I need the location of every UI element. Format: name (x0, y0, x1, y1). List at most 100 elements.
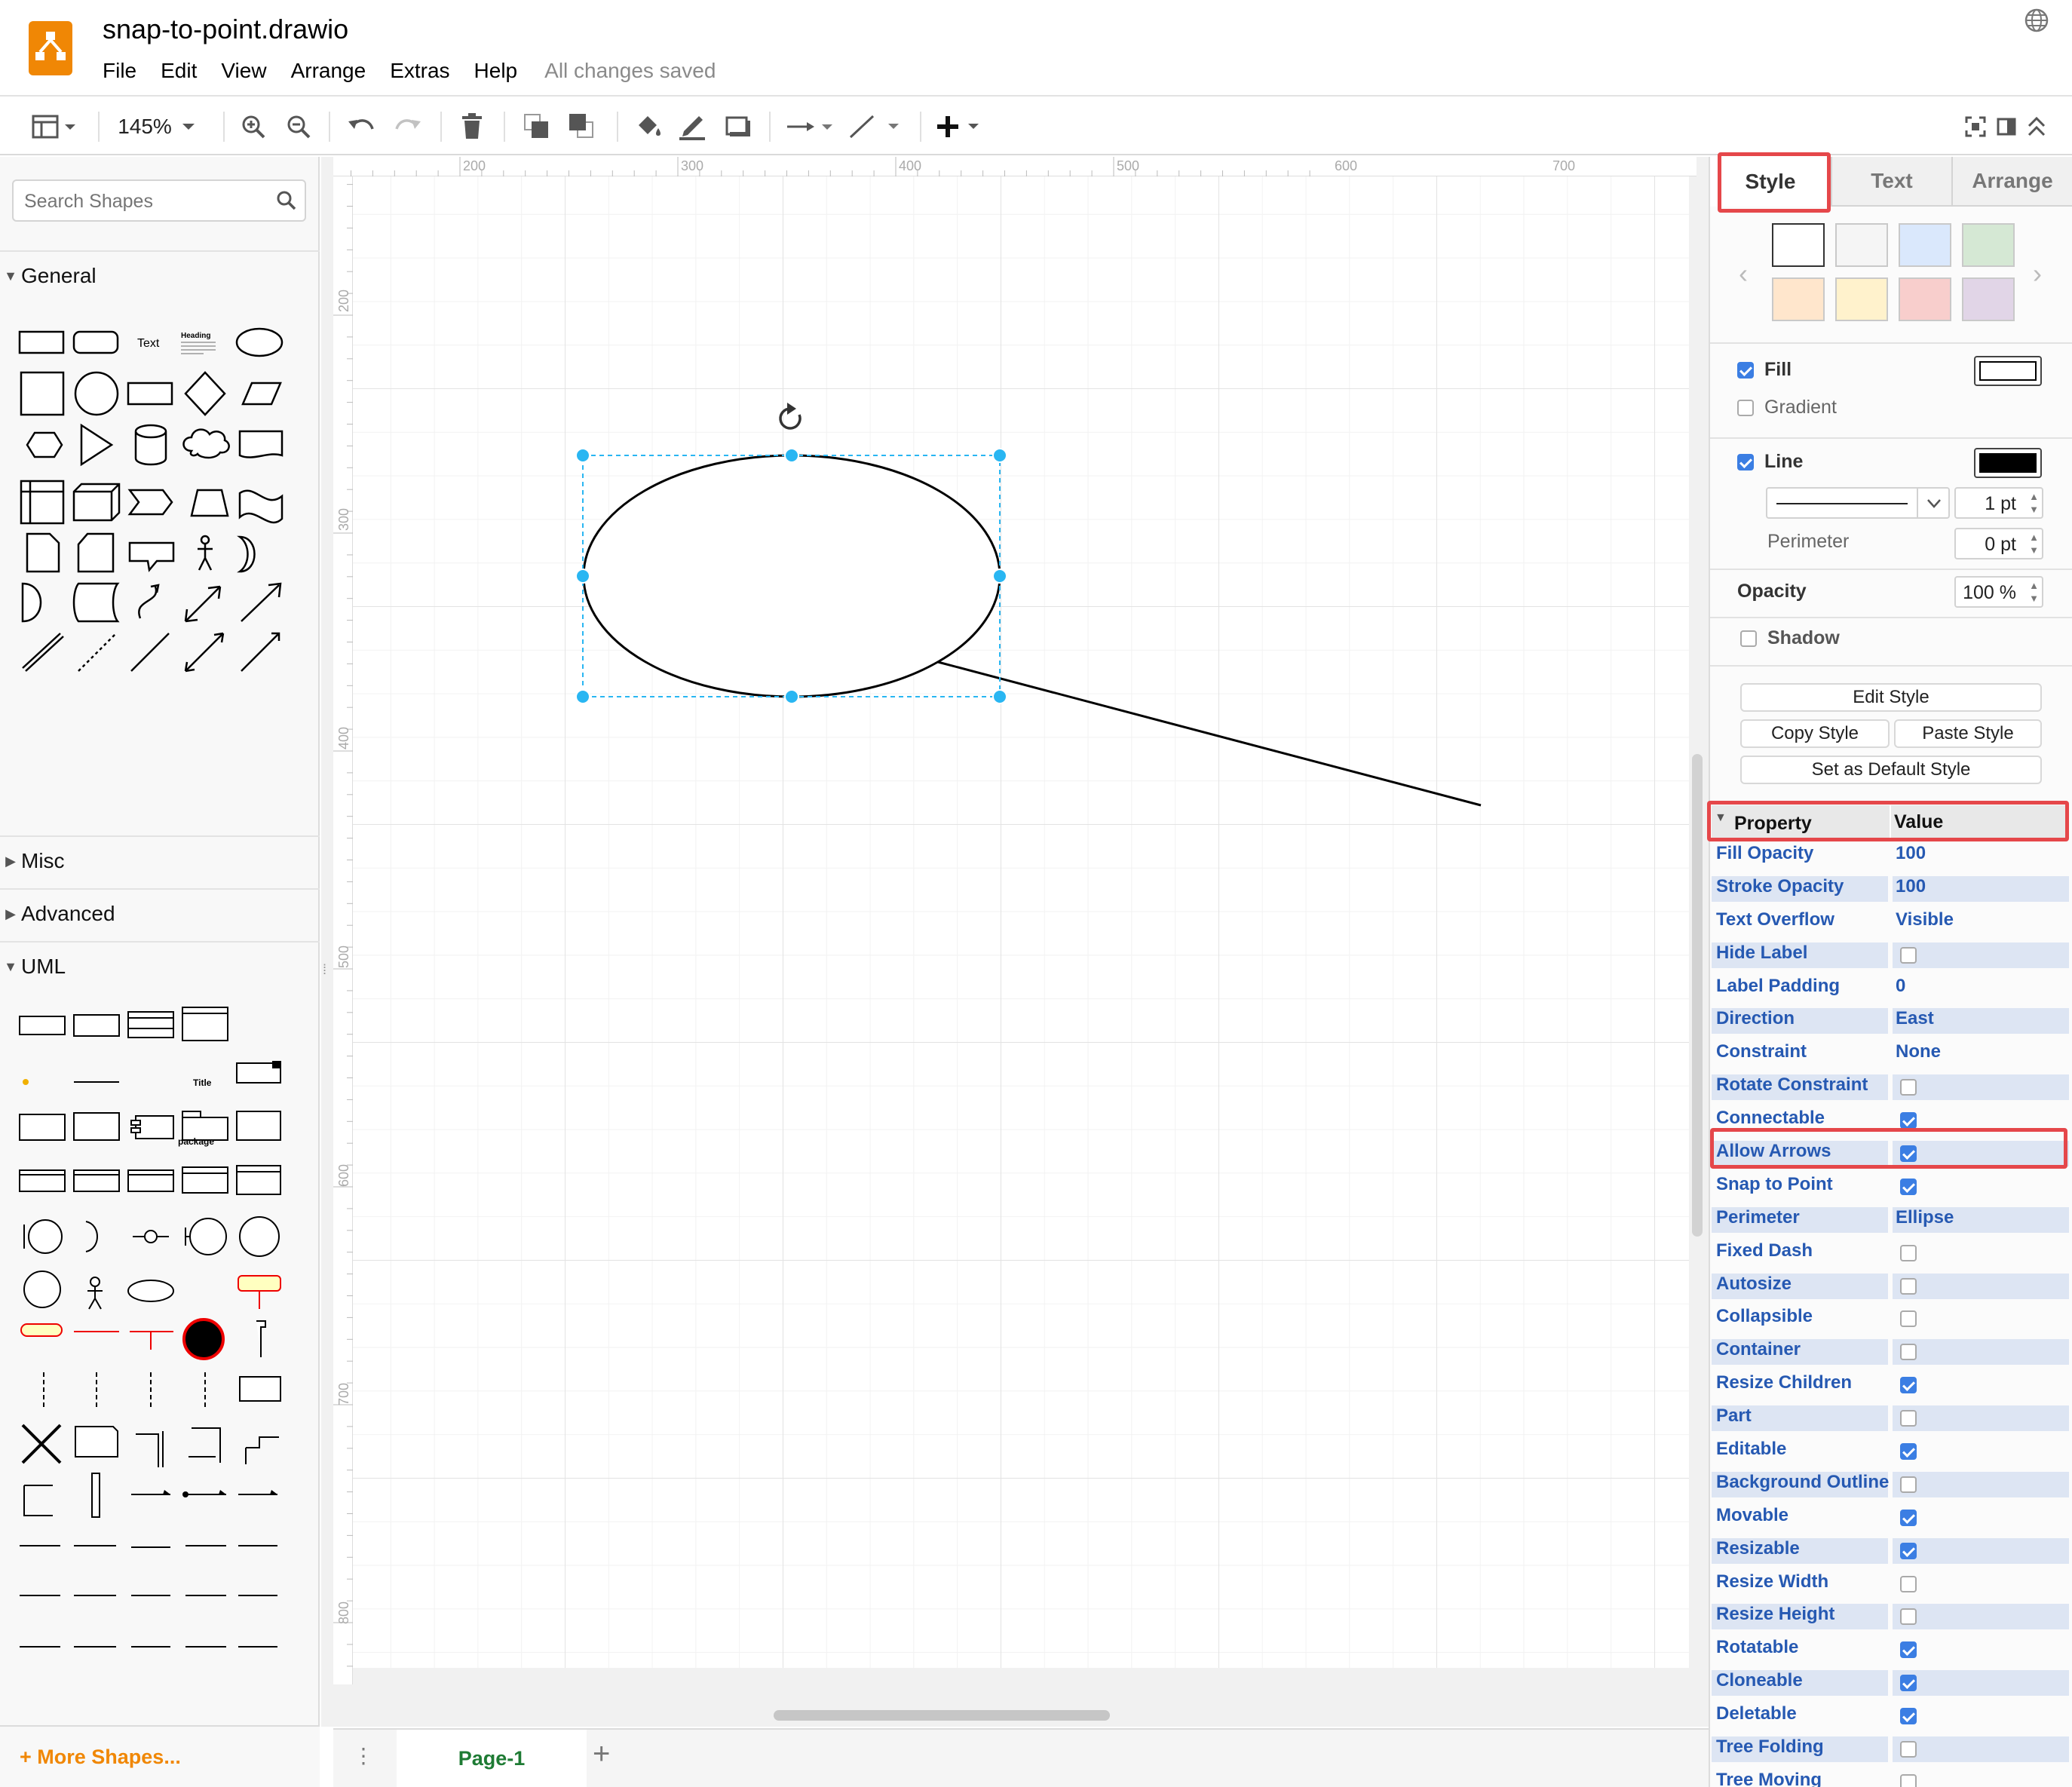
property-checkbox[interactable] (1900, 946, 1917, 964)
uml-class-detail-shape[interactable] (182, 1007, 228, 1041)
swatch-red[interactable] (1899, 277, 1951, 321)
line-color-picker[interactable] (1974, 448, 2042, 478)
swatch-blue[interactable] (1899, 223, 1951, 267)
square-shape[interactable] (20, 371, 65, 416)
uml-return-shape[interactable] (189, 1427, 221, 1463)
uml-entity-object-shape[interactable] (239, 1216, 280, 1257)
more-shapes-button[interactable]: + More Shapes... (0, 1725, 320, 1787)
swatch-orange[interactable] (1772, 277, 1825, 321)
tab-style[interactable]: Style (1710, 157, 1831, 207)
general-shapes-palette[interactable]: Text Heading (0, 305, 320, 832)
menu-arrange[interactable]: Arrange (291, 59, 366, 83)
cylinder-shape[interactable] (134, 424, 167, 466)
property-value[interactable]: 100 (1896, 876, 1926, 897)
menu-file[interactable]: File (103, 59, 136, 83)
uml-class-shape[interactable] (127, 1011, 174, 1038)
document-title[interactable]: snap-to-point.drawio (103, 14, 348, 45)
uml-class-empty-shape[interactable] (73, 1169, 120, 1192)
property-checkbox[interactable] (1900, 1443, 1917, 1461)
property-checkbox[interactable] (1900, 1741, 1917, 1758)
card-shape[interactable] (77, 532, 115, 573)
swatch-gray[interactable] (1835, 223, 1888, 267)
property-value[interactable]: 0 (1896, 976, 1905, 997)
vertical-scrollbar[interactable] (1692, 754, 1703, 1237)
property-checkbox[interactable] (1900, 1575, 1917, 1592)
section-uml[interactable]: ▼ UML (0, 941, 320, 991)
cloud-shape[interactable] (182, 428, 230, 459)
to-front-icon[interactable] (520, 110, 553, 143)
parallelogram-shape[interactable] (241, 382, 282, 406)
property-value[interactable]: 100 (1896, 843, 1926, 864)
property-checkbox[interactable] (1900, 1708, 1917, 1725)
menu-view[interactable]: View (221, 59, 266, 83)
insert-icon[interactable] (935, 110, 988, 143)
or-shape[interactable] (237, 535, 256, 573)
delete-icon[interactable] (455, 110, 489, 143)
resize-handle-se[interactable] (992, 689, 1007, 704)
property-checkbox[interactable] (1900, 1244, 1917, 1261)
fill-color-picker[interactable] (1974, 356, 2042, 386)
resize-handle-sw[interactable] (575, 689, 590, 704)
uml-boundary-shape[interactable] (28, 1219, 63, 1254)
property-checkbox[interactable] (1900, 1608, 1917, 1626)
uml-use-case-shape[interactable] (127, 1280, 174, 1302)
format-panel-icon[interactable] (29, 110, 84, 143)
uml-section-shape[interactable] (19, 1169, 66, 1192)
zoom-dropdown[interactable]: 145% (113, 110, 204, 143)
rectangle-shape[interactable] (18, 330, 65, 354)
uml-message-row-shapes[interactable] (20, 1545, 277, 1548)
resize-handle-e[interactable] (992, 569, 1007, 584)
uml-interface-shape[interactable] (73, 1014, 120, 1037)
uml-control-object-shape[interactable] (23, 1271, 61, 1308)
redo-icon[interactable] (389, 110, 425, 143)
property-value[interactable]: Ellipse (1896, 1207, 1954, 1228)
connection-icon[interactable] (784, 110, 837, 143)
uml-fork-shape[interactable] (130, 1331, 173, 1350)
zoom-in-icon[interactable] (237, 110, 270, 143)
menu-extras[interactable]: Extras (390, 59, 449, 83)
menu-help[interactable]: Help (474, 59, 518, 83)
pages-menu-icon[interactable]: ⋮ (353, 1743, 374, 1768)
uml-lifeline-handle-shape[interactable] (256, 1320, 266, 1357)
swatch-prev-icon[interactable]: ‹ (1739, 258, 1748, 290)
delay-shape[interactable] (21, 582, 42, 623)
fill-checkbox[interactable] (1737, 362, 1754, 379)
menu-edit[interactable]: Edit (161, 59, 197, 83)
line-checkbox[interactable] (1737, 454, 1754, 471)
diagram-drawing[interactable] (353, 176, 1689, 1668)
uml-object-list-shape[interactable] (236, 1111, 281, 1141)
tab-text[interactable]: Text (1831, 157, 1951, 207)
property-checkbox[interactable] (1900, 1410, 1917, 1427)
swatch-green[interactable] (1962, 223, 2015, 267)
property-checkbox[interactable] (1900, 1542, 1917, 1559)
resize-handle-s[interactable] (784, 689, 799, 704)
triangle-shape[interactable] (80, 423, 114, 467)
step-shape[interactable] (127, 489, 173, 516)
property-checkbox[interactable] (1900, 1675, 1917, 1692)
internal-storage-shape[interactable] (20, 480, 65, 525)
line-style-dropdown[interactable] (1766, 487, 1950, 519)
resize-handle-n[interactable] (784, 448, 799, 463)
tape-shape[interactable] (238, 489, 284, 524)
property-checkbox[interactable] (1900, 1178, 1917, 1195)
uml-callback-shape[interactable] (23, 1485, 53, 1516)
uml-module-shape[interactable] (135, 1115, 174, 1139)
uml-boundary-object-shape[interactable] (189, 1218, 227, 1255)
uml-activity-shape[interactable] (238, 1275, 281, 1292)
property-checkbox[interactable] (1900, 1476, 1917, 1493)
copy-style-button[interactable]: Copy Style (1740, 719, 1890, 748)
section-advanced[interactable]: ▶ Advanced (0, 888, 320, 938)
actor-shape[interactable] (200, 535, 210, 545)
perimeter-stepper[interactable]: 0 pt ▲ ▼ (1954, 528, 2043, 559)
diamond-shape[interactable] (184, 371, 226, 416)
collapse-triangle-icon[interactable]: ▼ (1715, 811, 1727, 825)
stepper-arrows-icon[interactable]: ▲ ▼ (2029, 490, 2039, 516)
swatch-white[interactable] (1772, 223, 1825, 267)
opacity-stepper[interactable]: 100 % ▲ ▼ (1954, 576, 2043, 608)
property-checkbox[interactable] (1900, 1145, 1917, 1163)
horizontal-scrollbar[interactable] (774, 1710, 1110, 1721)
search-shapes-input[interactable] (24, 187, 273, 216)
property-checkbox[interactable] (1900, 1112, 1917, 1130)
swatch-purple[interactable] (1962, 277, 2015, 321)
fullscreen-icon[interactable] (1962, 110, 1989, 143)
